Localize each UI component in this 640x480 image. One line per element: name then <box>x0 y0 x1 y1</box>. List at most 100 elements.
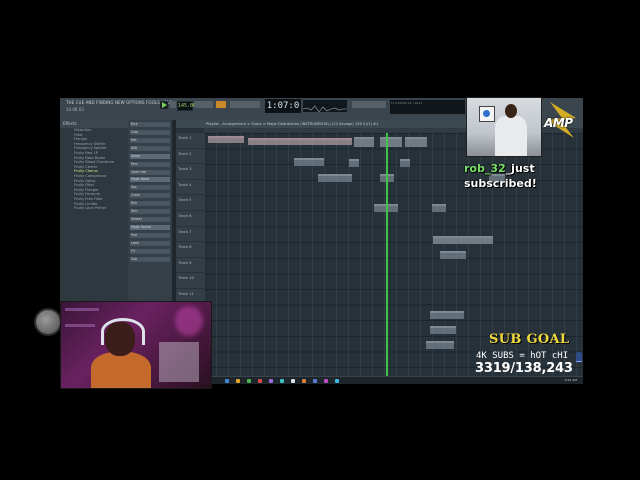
pink-light <box>175 306 203 336</box>
track-label[interactable]: Track 3 <box>176 164 204 180</box>
subscribe-alert: rob_32_just subscribed! <box>464 161 584 191</box>
channel-name[interactable]: Hat <box>130 137 170 143</box>
channel-name[interactable]: Sub <box>130 257 170 263</box>
browser-header: Effects <box>60 120 128 128</box>
sub-goal-progress-fill <box>576 360 582 362</box>
track-label[interactable]: Track 8 <box>176 242 204 258</box>
audio-clip[interactable] <box>433 236 493 244</box>
taskbar-app-icon[interactable] <box>225 378 229 383</box>
taskbar-app-icon[interactable] <box>236 378 240 383</box>
audio-clip[interactable] <box>354 137 374 147</box>
channel-row[interactable]: Tom <box>128 208 172 215</box>
pattern-selector[interactable] <box>195 101 213 108</box>
sub-goal-title: SUB GOAL <box>489 332 570 347</box>
channel-row[interactable]: Lead <box>128 240 172 247</box>
channel-name[interactable]: Shaker <box>130 217 170 223</box>
taskbar-app-icon[interactable] <box>291 378 295 383</box>
alert-line-1: rob_32_just <box>464 161 584 176</box>
taskbar-app-icon[interactable] <box>269 378 273 383</box>
audio-clip[interactable] <box>294 158 324 166</box>
taskbar-app-icon[interactable] <box>335 378 339 383</box>
channel-name[interactable]: Tom <box>130 209 170 215</box>
channel-row[interactable]: Major Sound <box>128 224 172 231</box>
audio-clip[interactable] <box>380 137 402 147</box>
taskbar-app-icon[interactable] <box>280 378 284 383</box>
audio-clip[interactable] <box>405 137 427 147</box>
window-subtitle: 14.06.03 <box>66 107 84 112</box>
record-circle-button[interactable] <box>34 308 62 336</box>
producer-webcam <box>60 301 212 389</box>
play-button[interactable] <box>160 101 168 109</box>
taskbar-app-icon[interactable] <box>247 378 251 383</box>
audio-clip[interactable] <box>400 159 410 167</box>
channel-row[interactable]: Sub <box>128 256 172 263</box>
track-label[interactable]: Track 4 <box>176 180 204 196</box>
channel-row[interactable]: FX <box>128 248 172 255</box>
snap-selector[interactable] <box>230 101 260 108</box>
audio-clip[interactable] <box>426 341 454 349</box>
channel-name[interactable]: Snare <box>130 153 170 159</box>
channel-row[interactable]: Rim <box>128 200 172 207</box>
streamer-webcam <box>466 97 542 157</box>
record-button[interactable] <box>216 101 226 108</box>
track-label[interactable]: Track 6 <box>176 211 204 227</box>
channel-row[interactable]: Perc <box>128 161 172 168</box>
channel-row[interactable]: Major Bassl <box>128 176 172 183</box>
channel-name[interactable]: Major Sound <box>130 225 170 231</box>
channel-row[interactable]: Kick <box>128 121 172 128</box>
held-sign <box>479 106 495 122</box>
channel-row[interactable]: Snare <box>128 153 172 160</box>
tempo-display[interactable]: 145.000 <box>177 101 199 111</box>
channel-name[interactable]: Lead <box>130 241 170 247</box>
oscilloscope-display <box>302 100 347 113</box>
taskbar-clock: 9:21 AM <box>564 378 577 382</box>
channel-row[interactable]: Open Hat <box>128 169 172 176</box>
hint-bar: FL STUDIO 20 | 2021 <box>390 100 465 114</box>
audio-clip[interactable] <box>208 136 244 143</box>
channel-name[interactable]: FX <box>130 249 170 255</box>
channel-name[interactable]: 808 <box>130 145 170 151</box>
channel-name[interactable]: Open Hat <box>130 169 170 175</box>
channel-name[interactable]: Clap <box>130 129 170 135</box>
track-label[interactable]: Track 7 <box>176 227 204 243</box>
alert-line-2: subscribed! <box>464 177 537 190</box>
channel-row[interactable]: Vox <box>128 184 172 191</box>
window-title: THE CUE AND FINDING NEW OPTIONS FOOLS HE… <box>66 100 172 105</box>
channel-name[interactable]: Kick <box>130 121 170 127</box>
audio-clip[interactable] <box>440 251 466 259</box>
channel-row[interactable]: Crash <box>128 192 172 199</box>
audio-clip[interactable] <box>248 138 352 145</box>
channel-row[interactable]: Clap <box>128 129 172 136</box>
channel-name[interactable]: Crash <box>130 193 170 199</box>
audio-clip[interactable] <box>430 326 456 334</box>
channel-name[interactable]: Major Bassl <box>130 177 170 183</box>
taskbar-app-icon[interactable] <box>313 378 317 383</box>
audio-clip[interactable] <box>349 159 359 167</box>
stop-button[interactable] <box>170 101 176 108</box>
shelf <box>65 324 95 327</box>
playhead[interactable] <box>386 133 388 384</box>
track-label[interactable]: Track 2 <box>176 149 204 165</box>
channel-row[interactable]: Pad <box>128 232 172 239</box>
track-label[interactable]: Track 5 <box>176 195 204 211</box>
channel-name[interactable]: Rim <box>130 201 170 207</box>
audio-clip[interactable] <box>430 311 464 319</box>
channel-name[interactable]: Pad <box>130 233 170 239</box>
channel-row[interactable]: Shaker <box>128 216 172 223</box>
track-label[interactable]: Track 1 <box>176 133 204 149</box>
taskbar-app-icon[interactable] <box>324 378 328 383</box>
channel-name[interactable]: Perc <box>130 161 170 167</box>
track-label[interactable]: Track 10 <box>176 273 204 289</box>
audio-clip[interactable] <box>432 204 446 212</box>
channel-row[interactable]: Hat <box>128 137 172 144</box>
taskbar-app-icon[interactable] <box>258 378 262 383</box>
browser-item[interactable]: Fruity Love Philter <box>60 206 128 211</box>
taskbar-app-icon[interactable] <box>302 378 306 383</box>
sub-goal-description: 4K SUBS = hOT cHI <box>476 351 569 361</box>
headphones-icon <box>101 318 145 345</box>
audio-clip[interactable] <box>318 174 352 182</box>
alert-username: rob_32 <box>464 162 506 175</box>
channel-row[interactable]: 808 <box>128 145 172 152</box>
track-label[interactable]: Track 9 <box>176 258 204 274</box>
channel-name[interactable]: Vox <box>130 185 170 191</box>
